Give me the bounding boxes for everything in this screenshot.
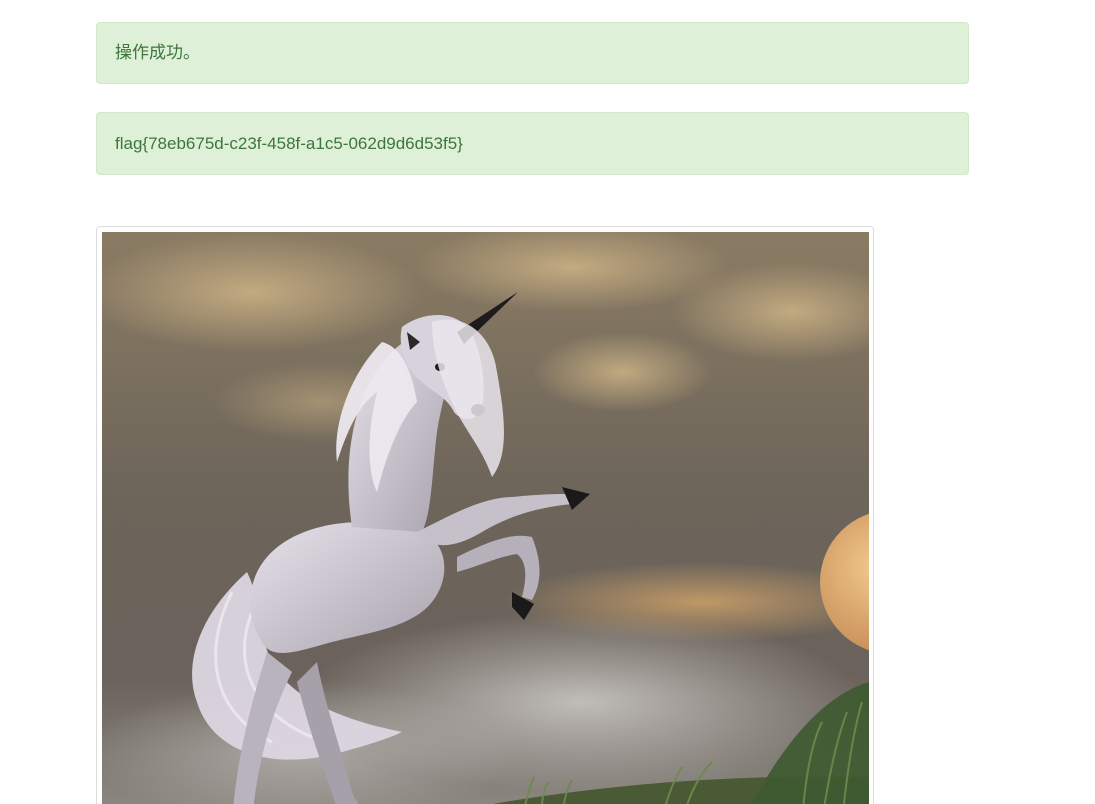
- success-alert: 操作成功。: [96, 22, 969, 84]
- page: 操作成功。 flag{78eb675d-c23f-458f-a1c5-062d9…: [0, 0, 1095, 804]
- image-thumbnail: [96, 226, 874, 804]
- unicorn-image: [102, 232, 869, 804]
- success-alert-text: 操作成功。: [115, 43, 200, 62]
- flag-alert-text: flag{78eb675d-c23f-458f-a1c5-062d9d6d53f…: [115, 134, 463, 153]
- flag-alert: flag{78eb675d-c23f-458f-a1c5-062d9d6d53f…: [96, 112, 969, 175]
